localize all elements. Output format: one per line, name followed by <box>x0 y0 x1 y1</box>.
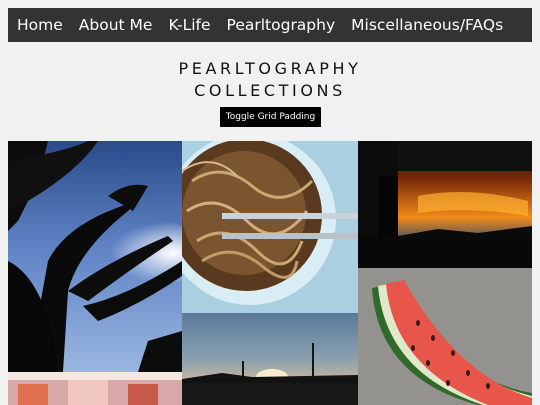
nav-pearltography-link[interactable]: Pearltography <box>219 16 344 34</box>
sunset-street-image <box>182 313 358 405</box>
gallery-photo-sunset-street[interactable] <box>182 313 358 405</box>
watermelon-image <box>358 268 532 405</box>
nav-miscellaneous-faqs-link[interactable]: Miscellaneous/FAQs <box>343 16 511 34</box>
top-navbar: Home About Me K-Life Pearltography Misce… <box>8 8 532 42</box>
nav-about-me-link[interactable]: About Me <box>71 16 161 34</box>
page-title: PEARLTOGRAPHY COLLECTIONS <box>0 58 540 102</box>
toggle-grid-padding-button[interactable]: Toggle Grid Padding <box>220 107 321 127</box>
drinks-image <box>8 372 182 405</box>
nav-k-life-link[interactable]: K-Life <box>160 16 218 34</box>
gallery-photo-noodle-bowl[interactable] <box>182 141 358 313</box>
banana-leaves-image <box>8 141 182 372</box>
gallery-photo-sunset-buildings[interactable] <box>358 141 532 268</box>
sunset-buildings-image <box>358 141 532 268</box>
gallery-photo-watermelon[interactable] <box>358 268 532 405</box>
page-title-line-2: COLLECTIONS <box>194 80 346 100</box>
page-title-line-1: PEARLTOGRAPHY <box>178 58 362 78</box>
nav-home-link[interactable]: Home <box>8 16 71 34</box>
gallery-photo-banana-leaves[interactable] <box>8 141 182 372</box>
photo-gallery <box>8 141 532 405</box>
gallery-photo-drinks[interactable] <box>8 372 182 405</box>
noodle-bowl-image <box>182 141 358 313</box>
